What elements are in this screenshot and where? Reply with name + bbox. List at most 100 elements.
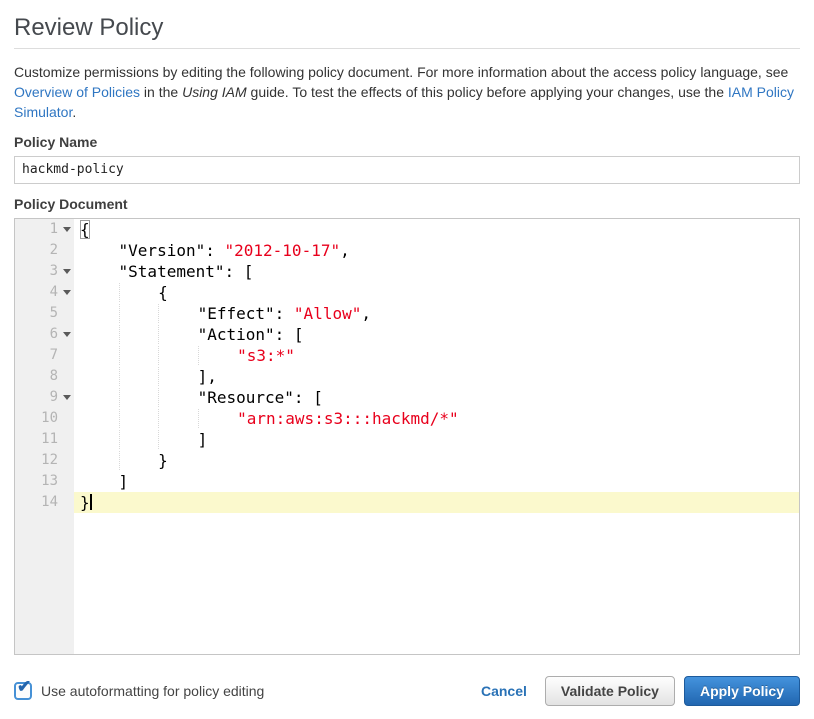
line-number: 3 [15,261,74,282]
code-text: } [158,451,168,470]
validate-policy-button[interactable]: Validate Policy [545,676,675,706]
fold-arrow-icon[interactable] [63,290,71,295]
indent-guide [80,304,119,323]
page-title: Review Policy [14,14,800,42]
indent-guide [158,346,198,365]
intro-paragraph: Customize permissions by editing the fol… [14,62,800,122]
code-line[interactable]: "Version": "2012-10-17", [74,240,799,261]
code-text: , [361,304,371,323]
code-line[interactable]: "Resource": [ [74,387,799,408]
line-number: 6 [15,324,74,345]
title-divider [14,48,800,49]
indent-guide [80,346,119,365]
fold-arrow-icon[interactable] [63,332,71,337]
indent-guide [80,451,119,470]
code-string: "s3:*" [237,346,295,365]
indent-guide [158,430,198,449]
indent-guide [80,262,119,281]
indent-guide [158,325,198,344]
code-text: , [340,241,350,260]
code-string: "Allow" [294,304,361,323]
code-text: "Version": [119,241,225,260]
code-line[interactable]: } [74,492,799,513]
indent-guide [80,409,119,428]
indent-guide [119,451,159,470]
code-line[interactable]: "Action": [ [74,324,799,345]
indent-guide [119,388,159,407]
cancel-link[interactable]: Cancel [481,683,527,699]
code-text: ] [119,472,129,491]
code-string: "arn:aws:s3:::hackmd/*" [237,409,459,428]
line-number: 7 [15,345,74,366]
code-text: } [80,493,90,512]
line-number: 13 [15,471,74,492]
code-line[interactable]: { [74,282,799,303]
code-text: "Statement": [ [119,262,254,281]
footer-bar: ✔ Use autoformatting for policy editing … [14,676,800,706]
code-line[interactable]: ] [74,471,799,492]
indent-guide [80,241,119,260]
policy-editor[interactable]: 1234567891011121314 { "Version": "2012-1… [14,218,800,655]
policy-name-input[interactable] [14,156,800,184]
indent-guide [158,409,198,428]
line-number: 12 [15,450,74,471]
intro-text-1: Customize permissions by editing the fol… [14,64,788,80]
line-number: 2 [15,240,74,261]
indent-guide [158,367,198,386]
action-buttons: Cancel Validate Policy Apply Policy [481,676,800,706]
intro-text-2: in the [140,84,182,100]
code-text: { [158,283,168,302]
overview-of-policies-link[interactable]: Overview of Policies [14,84,140,100]
indent-guide [158,388,198,407]
fold-arrow-icon[interactable] [63,227,71,232]
code-line[interactable]: ], [74,366,799,387]
indent-guide [80,367,119,386]
indent-guide [80,388,119,407]
code-text: ], [198,367,217,386]
code-line[interactable]: } [74,450,799,471]
indent-guide [119,304,159,323]
text-cursor [90,494,92,510]
autoformat-option: ✔ Use autoformatting for policy editing [14,682,264,700]
autoformat-checkbox[interactable]: ✔ [14,682,32,700]
review-policy-page: Review Policy Customize permissions by e… [0,14,814,706]
line-number: 5 [15,303,74,324]
line-number: 8 [15,366,74,387]
checkmark-icon: ✔ [17,678,31,695]
code-line[interactable]: ] [74,429,799,450]
code-text: ] [198,430,208,449]
line-number: 14 [15,492,74,513]
fold-arrow-icon[interactable] [63,395,71,400]
indent-guide [80,472,119,491]
using-iam-text: Using IAM [182,84,247,100]
autoformat-label: Use autoformatting for policy editing [41,683,264,699]
indent-guide [80,430,119,449]
indent-guide [198,346,238,365]
indent-guide [119,283,159,302]
apply-policy-button[interactable]: Apply Policy [684,676,800,706]
code-line[interactable]: "s3:*" [74,345,799,366]
indent-guide [119,430,159,449]
indent-guide [119,346,159,365]
code-line[interactable]: "Statement": [ [74,261,799,282]
line-number: 9 [15,387,74,408]
code-text: { [80,220,90,239]
code-line[interactable]: "arn:aws:s3:::hackmd/*" [74,408,799,429]
line-number: 4 [15,282,74,303]
code-text: "Action": [ [198,325,304,344]
code-line[interactable]: "Effect": "Allow", [74,303,799,324]
code-string: "2012-10-17" [225,241,341,260]
fold-arrow-icon[interactable] [63,269,71,274]
policy-name-label: Policy Name [14,134,800,150]
indent-guide [198,409,238,428]
indent-guide [119,367,159,386]
code-area[interactable]: { "Version": "2012-10-17", "Statement": … [74,219,799,654]
indent-guide [158,304,198,323]
indent-guide [119,325,159,344]
intro-text-4: . [72,104,76,120]
code-line[interactable]: { [74,219,799,240]
editor-gutter: 1234567891011121314 [15,219,74,654]
indent-guide [119,409,159,428]
line-number: 10 [15,408,74,429]
indent-guide [80,325,119,344]
